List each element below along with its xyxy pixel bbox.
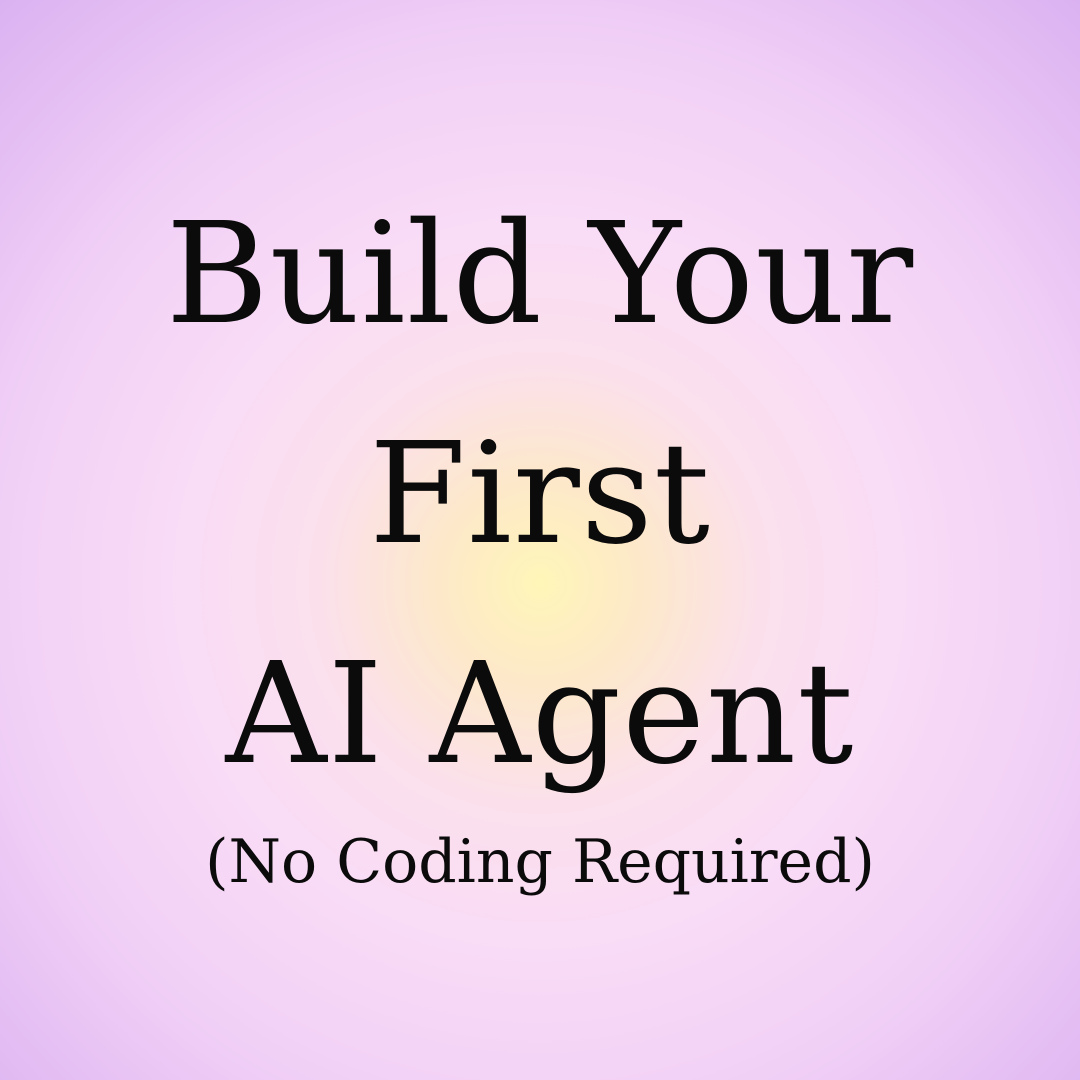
subtitle: (No Coding Required) — [205, 827, 875, 897]
headline-line-2: First — [369, 413, 711, 576]
headline-line-3: AI Agent — [225, 633, 855, 796]
promo-graphic: Build Your First AI Agent (No Coding Req… — [0, 0, 1080, 1080]
headline-line-1: Build Your — [165, 193, 915, 356]
